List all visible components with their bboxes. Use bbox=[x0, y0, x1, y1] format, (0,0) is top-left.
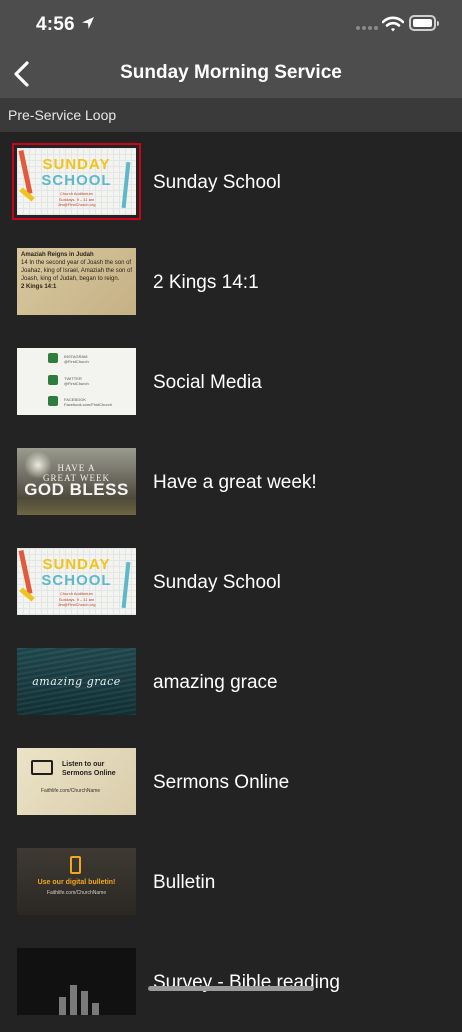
thumb-text: @FirstChurch bbox=[64, 359, 89, 364]
slide-thumbnail: HAVE A GREAT WEEK GOD BLESS bbox=[17, 448, 136, 515]
thumb-text: Jim@FirstChurch.org bbox=[57, 602, 96, 607]
thumb-text: SUNDAY bbox=[42, 556, 111, 573]
wifi-icon bbox=[382, 16, 404, 32]
slide-row[interactable]: HAVE A GREAT WEEK GOD BLESS Have a great … bbox=[0, 432, 462, 532]
slide-label: Social Media bbox=[153, 372, 262, 393]
slide-thumbnail: INSTAGRAM @FirstChurch TWITTER @FirstChurc… bbox=[17, 348, 136, 415]
slide-row[interactable]: Survey - Bible reading bbox=[0, 932, 462, 1032]
slide-label: Sunday School bbox=[153, 172, 281, 193]
thumb-text: @FirstChurch bbox=[64, 381, 89, 386]
slide-label: Have a great week! bbox=[153, 472, 317, 493]
slide-thumbnail: Listen to our Sermons Online Faithlife.co… bbox=[17, 748, 136, 815]
status-bar: 4:56 bbox=[0, 0, 462, 50]
thumb-text: Faithlife.com/ChurchName bbox=[41, 788, 101, 794]
slide-label: Sunday School bbox=[153, 572, 281, 593]
thumb-text: GOD BLESS bbox=[24, 480, 129, 499]
thumb-text: Listen to our bbox=[62, 761, 105, 768]
slide-thumbnail: SUNDAY SCHOOL Church Auditorium Sundays,… bbox=[12, 143, 141, 220]
thumb-text: HAVE A bbox=[57, 463, 96, 473]
video-player-icon bbox=[31, 760, 53, 775]
slide-label: Sermons Online bbox=[153, 772, 290, 793]
thumb-text: Jim@FirstChurch.org bbox=[57, 202, 96, 207]
twitter-icon bbox=[48, 375, 58, 385]
slide-row[interactable]: Listen to our Sermons Online Faithlife.co… bbox=[0, 732, 462, 832]
slide-thumbnail: Use our digital bulletin! Faithlife.com/… bbox=[17, 848, 136, 915]
home-indicator[interactable] bbox=[148, 986, 314, 991]
section-header: Pre-Service Loop bbox=[0, 98, 462, 132]
slide-row[interactable]: SUNDAY SCHOOL Church Auditorium Sundays,… bbox=[0, 532, 462, 632]
slide-thumbnail: amazing grace bbox=[17, 648, 136, 715]
thumb-text: Use our digital bulletin! bbox=[37, 879, 116, 886]
top-bar: 4:56 Sunday Morning Service bbox=[0, 0, 462, 98]
instagram-icon bbox=[48, 353, 58, 363]
thumb-text: 2 Kings 14:1 bbox=[21, 284, 57, 290]
status-time: 4:56 bbox=[36, 14, 75, 35]
thumb-text: amazing grace bbox=[32, 675, 121, 688]
slide-thumbnail: Amaziah Reigns in Judah 14 In the second… bbox=[17, 248, 136, 315]
thumb-text: 14 In the second year of Joash the son o… bbox=[21, 260, 133, 282]
thumb-text: Facebook.com/FirstChurch bbox=[64, 402, 113, 407]
slide-row[interactable]: INSTAGRAM @FirstChurch TWITTER @FirstChurc… bbox=[0, 332, 462, 432]
slide-row[interactable]: SUNDAY SCHOOL Church Auditorium Sundays,… bbox=[0, 132, 462, 232]
thumb-text: Sermons Online bbox=[62, 770, 116, 777]
section-label: Pre-Service Loop bbox=[8, 107, 117, 123]
slide-label: amazing grace bbox=[153, 672, 278, 693]
slide-thumbnail bbox=[17, 948, 136, 1015]
thumb-text: SCHOOL bbox=[41, 172, 112, 189]
location-arrow-icon bbox=[82, 17, 94, 29]
thumb-text: Amaziah Reigns in Judah bbox=[21, 252, 94, 258]
thumb-text: Faithlife.com/ChurchName bbox=[46, 890, 107, 896]
thumbs-up-icon bbox=[48, 396, 58, 406]
slide-row[interactable]: Use our digital bulletin! Faithlife.com/… bbox=[0, 832, 462, 932]
slide-thumbnail: SUNDAY SCHOOL Church Auditorium Sundays,… bbox=[17, 548, 136, 615]
thumb-text: SCHOOL bbox=[41, 572, 112, 589]
battery-icon bbox=[409, 15, 439, 31]
thumb-text: SUNDAY bbox=[42, 156, 111, 173]
slide-label: Bulletin bbox=[153, 872, 216, 893]
page-title: Sunday Morning Service bbox=[120, 62, 342, 83]
slide-label: 2 Kings 14:1 bbox=[153, 272, 259, 293]
slide-row[interactable]: Amaziah Reigns in Judah 14 In the second… bbox=[0, 232, 462, 332]
slide-row[interactable]: amazing grace amazing grace bbox=[0, 632, 462, 732]
phone-icon bbox=[70, 856, 81, 874]
